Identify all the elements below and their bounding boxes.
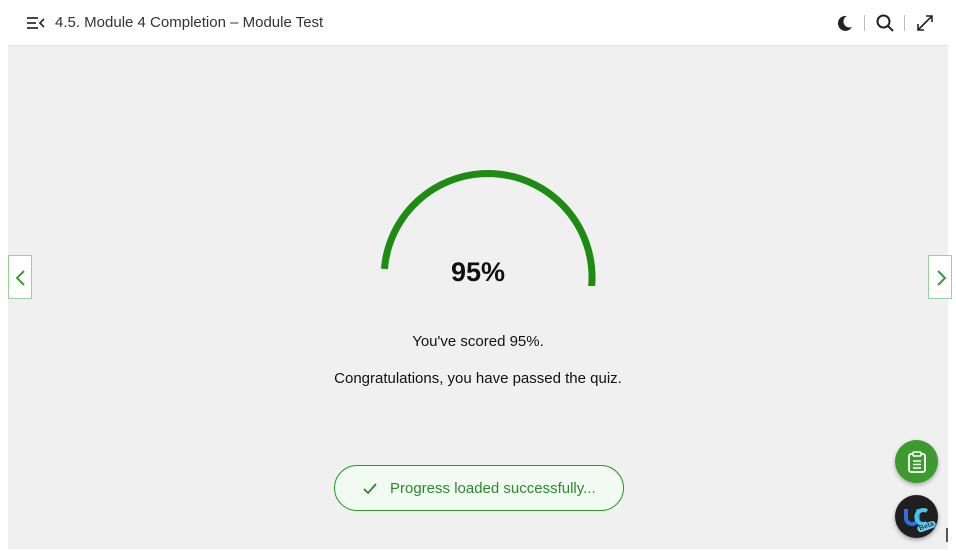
notes-button[interactable] xyxy=(895,440,938,483)
top-bar: 4.5. Module 4 Completion – Module Test xyxy=(8,0,948,46)
progress-toast: Progress loaded successfully... xyxy=(334,465,624,511)
quiz-result-panel: 95% You've scored 95%. Congratulations, … xyxy=(8,46,948,549)
clipboard-icon xyxy=(908,451,926,473)
course-viewer: 4.5. Module 4 Completion – Module Test 9… xyxy=(0,0,956,551)
chevron-left-icon xyxy=(15,270,25,286)
divider xyxy=(864,15,865,31)
scrollbar-thumb[interactable] xyxy=(946,528,948,542)
previous-page-button[interactable] xyxy=(8,255,32,299)
chevron-right-icon xyxy=(937,270,947,286)
check-icon xyxy=(362,481,378,497)
score-value: 95% xyxy=(450,257,506,287)
menu-collapse-icon[interactable] xyxy=(26,13,46,33)
divider xyxy=(904,15,905,31)
assistant-app-button[interactable]: Beta xyxy=(895,495,938,538)
moon-icon[interactable] xyxy=(835,13,855,33)
score-message: You've scored 95%. xyxy=(412,333,544,350)
expand-icon[interactable] xyxy=(915,13,935,33)
next-page-button[interactable] xyxy=(928,255,952,299)
search-icon[interactable] xyxy=(875,13,895,33)
pass-message: Congratulations, you have passed the qui… xyxy=(334,370,622,387)
page-title: 4.5. Module 4 Completion – Module Test xyxy=(55,14,324,31)
toast-message: Progress loaded successfully... xyxy=(390,480,596,497)
